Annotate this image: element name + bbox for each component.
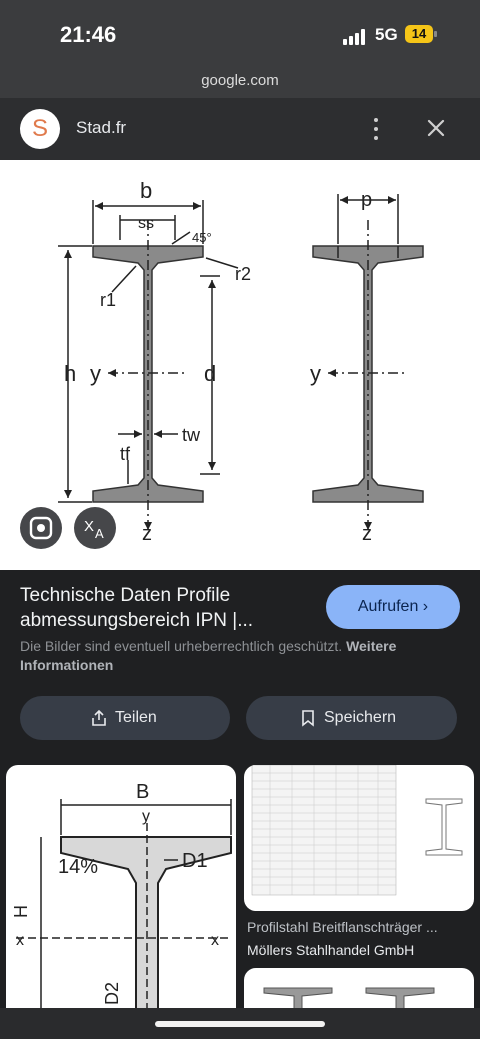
label-r2: r2 [235, 264, 251, 284]
bookmark-icon [302, 710, 314, 727]
url-bar[interactable]: google.com [0, 64, 480, 98]
label-ss: ss [138, 215, 154, 232]
status-bar: 21:46 5G 14 [0, 0, 480, 64]
translate-icon[interactable]: XA [74, 507, 116, 549]
related-image-2[interactable] [244, 765, 474, 911]
share-button[interactable]: Teilen [20, 696, 230, 740]
label-d: d [204, 361, 216, 386]
related-image-1[interactable]: B y 14% D1 H x x D2 [6, 765, 236, 1010]
result-title[interactable]: Technische Daten Profile abmessungsberei… [20, 583, 320, 633]
label-y: y [142, 808, 150, 825]
label-z-right: z [362, 523, 372, 545]
label-x-right: x [211, 932, 219, 949]
label-r1: r1 [100, 290, 116, 310]
share-icon [92, 709, 106, 726]
more-vert-icon[interactable] [366, 116, 386, 142]
label-z-left: z [142, 523, 152, 545]
label-D1: D1 [182, 850, 208, 872]
site-logo[interactable]: S [20, 109, 60, 149]
label-y-right: y [310, 361, 321, 386]
visit-button[interactable]: Aufrufen › [326, 585, 460, 629]
site-name[interactable]: Stad.fr [76, 118, 126, 138]
svg-text:A: A [95, 526, 104, 541]
url-text: google.com [201, 72, 279, 89]
save-button[interactable]: Speichern [246, 696, 457, 740]
label-h: h [64, 361, 76, 386]
label-B: B [136, 781, 149, 803]
network-type: 5G [375, 25, 398, 44]
label-x-left: x [16, 932, 24, 949]
label-14pct: 14% [58, 856, 98, 878]
label-b: b [140, 178, 152, 203]
signal-icon [343, 29, 369, 45]
label-angle: 45° [192, 230, 212, 245]
svg-text:X: X [84, 518, 94, 535]
label-tw: tw [182, 425, 201, 445]
battery-icon: 14 [405, 25, 437, 43]
chevron-right-icon: › [422, 598, 429, 615]
label-p: p [361, 189, 372, 211]
status-time: 21:46 [60, 22, 117, 47]
source-header: S Stad.fr [0, 98, 480, 160]
label-tf: tf [120, 444, 131, 464]
main-image[interactable]: b ss 45° r2 r1 h y d tw tf z y z p [0, 160, 480, 570]
label-D2: D2 [102, 982, 122, 1005]
related-title[interactable]: Profilstahl Breitflanschträger ... [247, 919, 472, 935]
copyright-notice: Die Bilder sind eventuell urheberrechtli… [20, 638, 397, 673]
lens-icon[interactable] [20, 507, 62, 549]
home-indicator[interactable] [155, 1021, 325, 1027]
label-H: H [11, 905, 31, 918]
label-y-left: y [90, 361, 101, 386]
related-source[interactable]: Möllers Stahlhandel GmbH [247, 942, 472, 958]
close-icon[interactable] [422, 114, 450, 142]
